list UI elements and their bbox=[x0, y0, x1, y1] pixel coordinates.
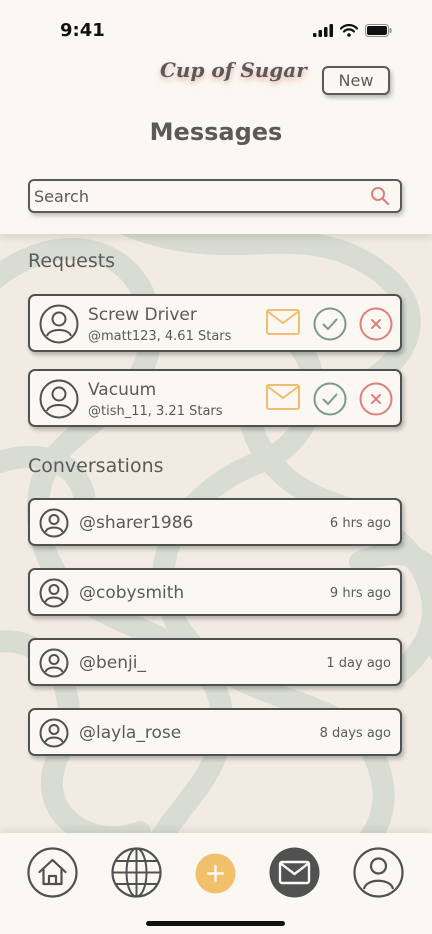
conversations-heading: Conversations bbox=[28, 455, 164, 477]
request-item-name: Vacuum bbox=[88, 380, 157, 400]
request-user-rating: @tish_11, 3.21 Stars bbox=[88, 404, 223, 419]
search-bar[interactable] bbox=[28, 179, 402, 213]
avatar-icon bbox=[39, 508, 69, 538]
search-icon[interactable] bbox=[370, 186, 390, 206]
conversation-row[interactable]: @layla_rose 8 days ago bbox=[28, 708, 402, 756]
request-user-rating: @matt123, 4.61 Stars bbox=[88, 329, 232, 344]
conversation-row[interactable]: @cobysmith 9 hrs ago bbox=[28, 568, 402, 616]
accept-icon[interactable] bbox=[313, 382, 347, 416]
home-icon[interactable] bbox=[27, 847, 78, 898]
message-icon[interactable] bbox=[266, 384, 300, 410]
decline-icon[interactable] bbox=[359, 382, 393, 416]
message-icon[interactable] bbox=[266, 309, 300, 335]
conversation-timestamp: 6 hrs ago bbox=[329, 516, 391, 531]
request-card[interactable]: Vacuum @tish_11, 3.21 Stars bbox=[28, 369, 402, 427]
request-card[interactable]: Screw Driver @matt123, 4.61 Stars bbox=[28, 294, 402, 352]
avatar-icon bbox=[39, 304, 79, 344]
conversation-row[interactable]: @sharer1986 6 hrs ago bbox=[28, 498, 402, 546]
avatar-icon bbox=[39, 379, 79, 419]
accept-icon[interactable] bbox=[313, 307, 347, 341]
avatar-icon bbox=[39, 578, 69, 608]
avatar-icon bbox=[39, 648, 69, 678]
conversation-username: @sharer1986 bbox=[79, 513, 194, 533]
conversation-timestamp: 8 days ago bbox=[319, 726, 391, 741]
header-panel: 9:41 Cup of Sugar New Messages bbox=[0, 0, 432, 234]
profile-icon[interactable] bbox=[353, 847, 404, 898]
status-icons bbox=[313, 24, 392, 37]
battery-icon bbox=[365, 24, 392, 37]
signal-icon bbox=[313, 24, 333, 37]
conversation-timestamp: 1 day ago bbox=[326, 656, 391, 671]
conversation-username: @benji_ bbox=[79, 653, 146, 673]
conversation-username: @layla_rose bbox=[79, 723, 182, 743]
globe-icon[interactable] bbox=[111, 847, 162, 898]
tab-bar bbox=[0, 833, 432, 934]
home-indicator bbox=[146, 921, 285, 926]
wifi-icon bbox=[340, 24, 358, 37]
search-input[interactable] bbox=[34, 183, 354, 209]
avatar-icon bbox=[39, 718, 69, 748]
mail-icon[interactable] bbox=[269, 847, 320, 898]
requests-heading: Requests bbox=[28, 250, 116, 272]
status-bar: 9:41 bbox=[0, 0, 432, 60]
request-item-name: Screw Driver bbox=[88, 305, 197, 325]
decline-icon[interactable] bbox=[359, 307, 393, 341]
new-message-button[interactable]: New bbox=[322, 66, 390, 95]
app-logo: Cup of Sugar bbox=[160, 58, 307, 82]
conversation-username: @cobysmith bbox=[79, 583, 185, 603]
conversation-timestamp: 9 hrs ago bbox=[329, 586, 391, 601]
conversation-row[interactable]: @benji_ 1 day ago bbox=[28, 638, 402, 686]
page-title: Messages bbox=[149, 118, 283, 146]
status-time: 9:41 bbox=[60, 20, 105, 41]
plus-icon[interactable] bbox=[195, 853, 236, 894]
